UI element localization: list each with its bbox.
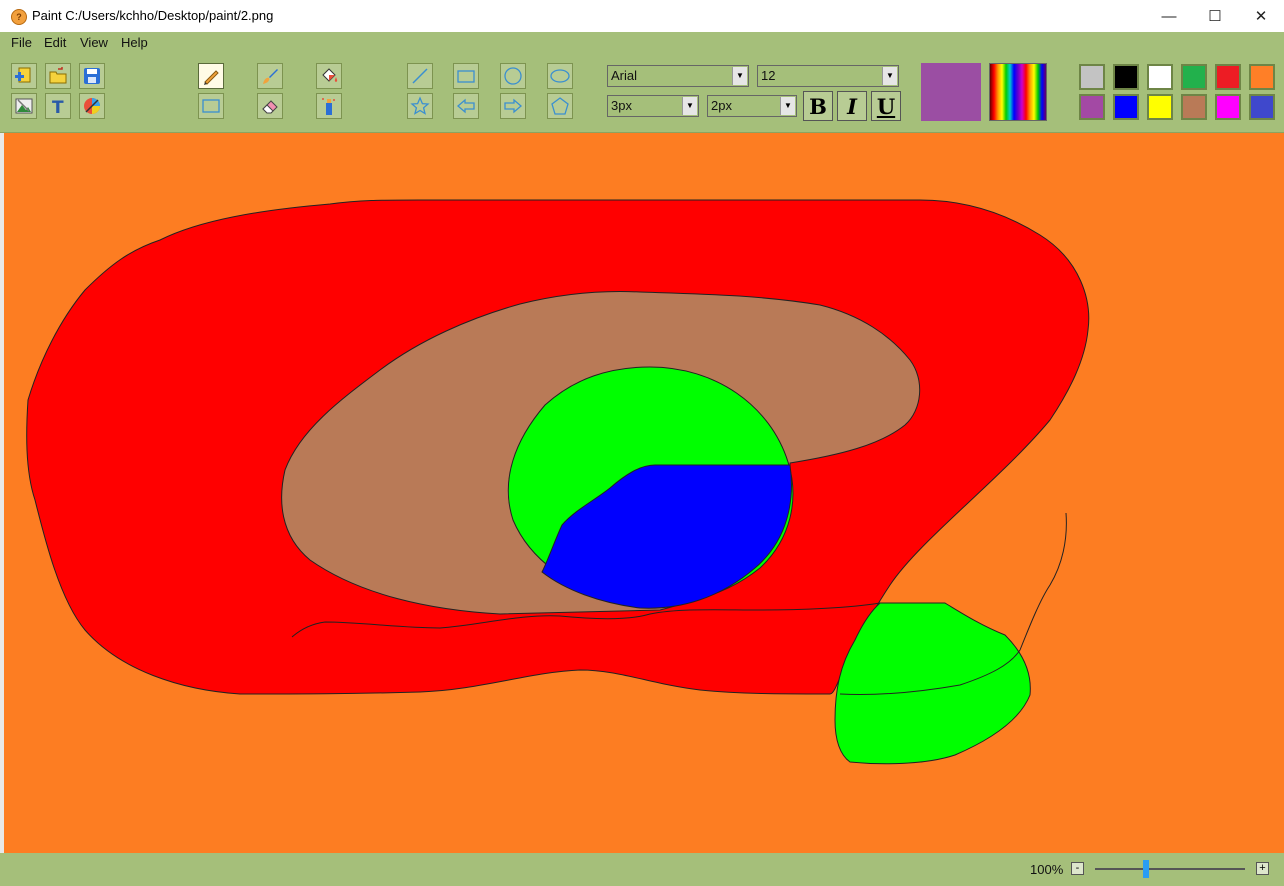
chevron-down-icon: ▼ xyxy=(882,67,897,85)
brush-icon xyxy=(263,69,278,84)
circle-icon xyxy=(504,67,522,85)
menu-help[interactable]: Help xyxy=(121,35,148,50)
title-bar: ? Paint C:/Users/kchho/Desktop/paint/2.p… xyxy=(0,0,1284,32)
palette-swatch-magenta[interactable] xyxy=(1215,94,1241,120)
status-bar: 100% - + xyxy=(0,853,1284,886)
zoom-slider-thumb[interactable] xyxy=(1143,860,1149,878)
palette-swatch-white[interactable] xyxy=(1147,64,1173,90)
palette-swatch-gray[interactable] xyxy=(1079,64,1105,90)
arrow-left-icon xyxy=(457,98,475,114)
palette-swatch-orange[interactable] xyxy=(1249,64,1275,90)
fill-icon xyxy=(322,68,338,82)
zoom-out-button[interactable]: - xyxy=(1071,862,1084,875)
maximize-button[interactable]: ☐ xyxy=(1192,0,1238,32)
star-icon xyxy=(410,96,430,115)
paint-palette-icon: ? xyxy=(11,9,27,25)
select-tool-button[interactable] xyxy=(198,93,224,119)
palette-swatch-purple[interactable] xyxy=(1079,94,1105,120)
font-size-select[interactable]: 12 ▼ xyxy=(757,65,899,87)
palette-swatch-green[interactable] xyxy=(1181,64,1207,90)
ellipse-icon xyxy=(550,69,570,83)
text-icon: T xyxy=(52,98,64,116)
menu-file[interactable]: File xyxy=(11,35,32,50)
svg-text:T: T xyxy=(52,98,64,116)
close-button[interactable]: ✕ xyxy=(1238,0,1284,32)
rectangle-tool-button[interactable] xyxy=(453,63,479,89)
italic-button[interactable]: I xyxy=(837,91,867,121)
palette-swatch-brown[interactable] xyxy=(1181,94,1207,120)
chevron-down-icon: ▼ xyxy=(732,67,747,85)
bold-button[interactable]: B xyxy=(803,91,833,121)
menu-edit[interactable]: Edit xyxy=(44,35,66,50)
brush-tool-button[interactable] xyxy=(257,63,283,89)
toolbar: T Arial ▼ 12 ▼ 3px ▼ 2px ▼ xyxy=(0,54,1284,133)
arrow-right-icon xyxy=(504,98,522,114)
pencil-icon xyxy=(204,70,219,85)
rectangle-icon xyxy=(457,70,475,83)
chevron-down-icon: ▼ xyxy=(780,97,795,115)
open-file-button[interactable] xyxy=(45,63,71,89)
font-size-value: 12 xyxy=(761,68,776,83)
save-file-button[interactable] xyxy=(79,63,105,89)
image-icon xyxy=(15,98,33,114)
zoom-in-button[interactable]: + xyxy=(1256,862,1269,875)
ellipse-tool-button[interactable] xyxy=(547,63,573,89)
line-tool-button[interactable] xyxy=(407,63,433,89)
insert-image-button[interactable] xyxy=(11,93,37,119)
border-width-select[interactable]: 2px ▼ xyxy=(707,95,797,117)
font-family-select[interactable]: Arial ▼ xyxy=(607,65,749,87)
palette-swatch-yellow[interactable] xyxy=(1147,94,1173,120)
underline-button[interactable]: U xyxy=(871,91,901,121)
font-family-value: Arial xyxy=(611,68,638,83)
color-picker-icon xyxy=(84,98,100,114)
new-file-button[interactable] xyxy=(11,63,37,89)
open-icon xyxy=(49,67,67,84)
menu-bar: File Edit View Help xyxy=(0,32,1284,54)
palette-swatch-indigo[interactable] xyxy=(1249,94,1275,120)
current-color-swatch[interactable] xyxy=(921,63,981,121)
menu-view[interactable]: View xyxy=(80,35,108,50)
line-icon xyxy=(412,68,428,84)
arrow-left-tool-button[interactable] xyxy=(453,93,479,119)
zoom-level: 100% xyxy=(1030,862,1064,877)
color-picker-button[interactable] xyxy=(79,93,105,119)
pentagon-tool-button[interactable] xyxy=(547,93,573,119)
zoom-slider-track[interactable] xyxy=(1095,868,1245,870)
fill-tool-button[interactable] xyxy=(316,63,342,89)
eraser-tool-button[interactable] xyxy=(257,93,283,119)
circle-tool-button[interactable] xyxy=(500,63,526,89)
text-tool-button[interactable]: T xyxy=(45,93,71,119)
stroke-width-value: 3px xyxy=(611,98,632,113)
drawing-canvas[interactable] xyxy=(4,133,1284,853)
rectangle-select-icon xyxy=(202,99,220,113)
save-icon xyxy=(84,68,100,84)
palette-swatch-blue[interactable] xyxy=(1113,94,1139,120)
new-icon xyxy=(15,67,31,83)
color-spectrum-button[interactable] xyxy=(989,63,1047,121)
green-blob xyxy=(834,602,1031,765)
star-tool-button[interactable] xyxy=(407,93,433,119)
arrow-right-tool-button[interactable] xyxy=(500,93,526,119)
pencil-tool-button[interactable] xyxy=(198,63,224,89)
chevron-down-icon: ▼ xyxy=(682,97,697,115)
palette-swatch-black[interactable] xyxy=(1113,64,1139,90)
pentagon-icon xyxy=(551,97,569,115)
stroke-width-select[interactable]: 3px ▼ xyxy=(607,95,699,117)
border-width-value: 2px xyxy=(711,98,732,113)
minimize-button[interactable]: — xyxy=(1146,0,1192,32)
spray-tool-button[interactable] xyxy=(316,93,342,119)
eraser-icon xyxy=(262,100,278,114)
spray-icon xyxy=(322,98,335,115)
palette-swatch-red[interactable] xyxy=(1215,64,1241,90)
window-title: Paint C:/Users/kchho/Desktop/paint/2.png xyxy=(32,8,274,23)
